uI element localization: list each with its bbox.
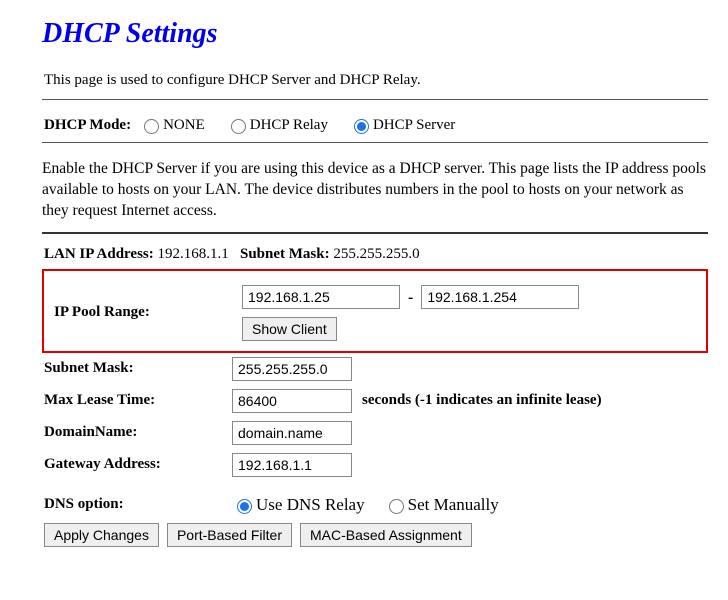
apply-changes-button[interactable]: Apply Changes bbox=[44, 523, 159, 547]
lease-time-suffix: seconds (-1 indicates an infinite lease) bbox=[362, 392, 602, 409]
domain-name-label: DomainName: bbox=[44, 424, 232, 441]
mac-based-assignment-button[interactable]: MAC-Based Assignment bbox=[300, 523, 472, 547]
port-based-filter-button[interactable]: Port-Based Filter bbox=[167, 523, 292, 547]
page-title: DHCP Settings bbox=[42, 18, 708, 50]
page-intro: This page is used to configure DHCP Serv… bbox=[42, 72, 708, 89]
subnet-mask-label: Subnet Mask: bbox=[44, 360, 232, 377]
dhcp-mode-server-radio[interactable] bbox=[354, 119, 369, 134]
gateway-input[interactable] bbox=[232, 453, 352, 477]
dns-relay-text: Use DNS Relay bbox=[256, 495, 365, 515]
dns-manual-radio[interactable] bbox=[389, 499, 404, 514]
lease-time-input[interactable] bbox=[232, 389, 352, 413]
domain-name-input[interactable] bbox=[232, 421, 352, 445]
dhcp-mode-label: DHCP Mode: bbox=[44, 117, 131, 134]
dhcp-mode-none-text: NONE bbox=[163, 117, 205, 134]
dhcp-mode-relay-radio[interactable] bbox=[231, 119, 246, 134]
dns-option-label: DNS option: bbox=[44, 496, 232, 513]
gateway-label: Gateway Address: bbox=[44, 456, 232, 473]
dhcp-description: Enable the DHCP Server if you are using … bbox=[42, 159, 708, 222]
dhcp-mode-row: DHCP Mode: NONE DHCP Relay DHCP Server bbox=[42, 116, 708, 134]
lan-mask-value: 255.255.255.0 bbox=[333, 246, 419, 262]
ip-pool-end-input[interactable] bbox=[421, 285, 579, 309]
lan-mask-label: Subnet Mask: bbox=[240, 246, 330, 262]
lease-time-label: Max Lease Time: bbox=[44, 392, 232, 409]
lan-ip-label: LAN IP Address: bbox=[44, 246, 154, 262]
lan-info: LAN IP Address: 192.168.1.1 Subnet Mask:… bbox=[42, 246, 708, 263]
dash-separator: - bbox=[408, 289, 413, 306]
dns-manual-text: Set Manually bbox=[408, 495, 499, 515]
dhcp-mode-relay-text: DHCP Relay bbox=[250, 117, 328, 134]
divider bbox=[42, 99, 708, 100]
ip-pool-label: IP Pool Range: bbox=[54, 304, 242, 321]
dns-manual-option[interactable]: Set Manually bbox=[384, 495, 499, 515]
ip-pool-start-input[interactable] bbox=[242, 285, 400, 309]
divider bbox=[42, 142, 708, 143]
show-client-button[interactable]: Show Client bbox=[242, 317, 337, 341]
dns-relay-option[interactable]: Use DNS Relay bbox=[232, 495, 365, 515]
dhcp-mode-server[interactable]: DHCP Server bbox=[349, 116, 455, 134]
lan-ip-value: 192.168.1.1 bbox=[158, 246, 229, 262]
subnet-mask-input[interactable] bbox=[232, 357, 352, 381]
dhcp-mode-server-text: DHCP Server bbox=[373, 117, 455, 134]
dhcp-mode-none[interactable]: NONE bbox=[139, 116, 205, 134]
ip-pool-highlight-box: IP Pool Range: - Show Client bbox=[42, 269, 708, 353]
dhcp-mode-relay[interactable]: DHCP Relay bbox=[226, 116, 328, 134]
divider bbox=[42, 232, 708, 234]
dhcp-mode-none-radio[interactable] bbox=[144, 119, 159, 134]
dns-relay-radio[interactable] bbox=[237, 499, 252, 514]
